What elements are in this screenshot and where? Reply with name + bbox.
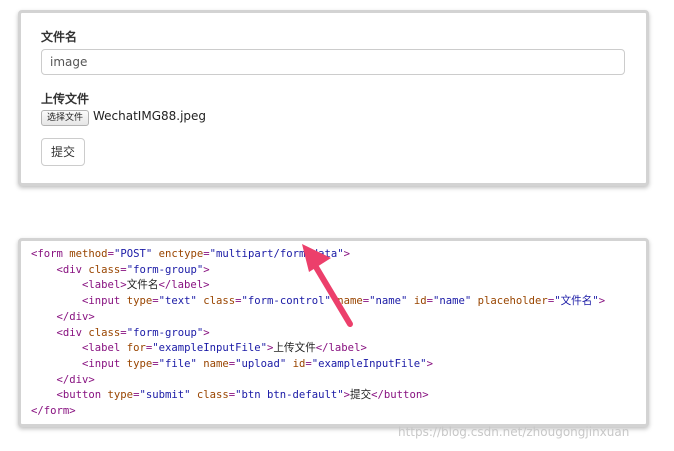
- code-line-7: <label for="exampleInputFile">上传文件</labe…: [82, 342, 367, 355]
- upload-label: 上传文件: [41, 92, 90, 106]
- filename-input[interactable]: [41, 49, 625, 75]
- code-line-3: <label>文件名</label>: [82, 279, 210, 292]
- code-line-1: <form method="POST" enctype="multipart/f…: [31, 248, 350, 260]
- code-line-2: <div class="form-group">: [56, 263, 210, 276]
- code-snippet-panel: <form method="POST" enctype="multipart/f…: [18, 238, 649, 427]
- selected-file-name: WechatIMG88.jpeg: [93, 109, 207, 123]
- watermark-text: https://blog.csdn.net/zhougongjinxuan: [398, 425, 630, 439]
- form-preview-panel: 文件名 上传文件 选择文件 WechatIMG88.jpeg 提交: [18, 10, 649, 186]
- choose-file-button[interactable]: 选择文件: [41, 110, 89, 126]
- code-line-11: </form>: [31, 405, 76, 418]
- filename-label: 文件名: [41, 30, 78, 44]
- code-line-5: </div>: [56, 310, 95, 323]
- code-block: <form method="POST" enctype="multipart/f…: [31, 247, 605, 420]
- code-line-4: <input type="text" class="form-control" …: [82, 295, 606, 308]
- code-line-8: <input type="file" name="upload" id="exa…: [82, 357, 433, 370]
- code-line-10: <button type="submit" class="btn btn-def…: [56, 389, 429, 402]
- code-line-6: <div class="form-group">: [56, 326, 210, 339]
- code-line-9: </div>: [56, 373, 95, 386]
- submit-button[interactable]: 提交: [41, 138, 85, 166]
